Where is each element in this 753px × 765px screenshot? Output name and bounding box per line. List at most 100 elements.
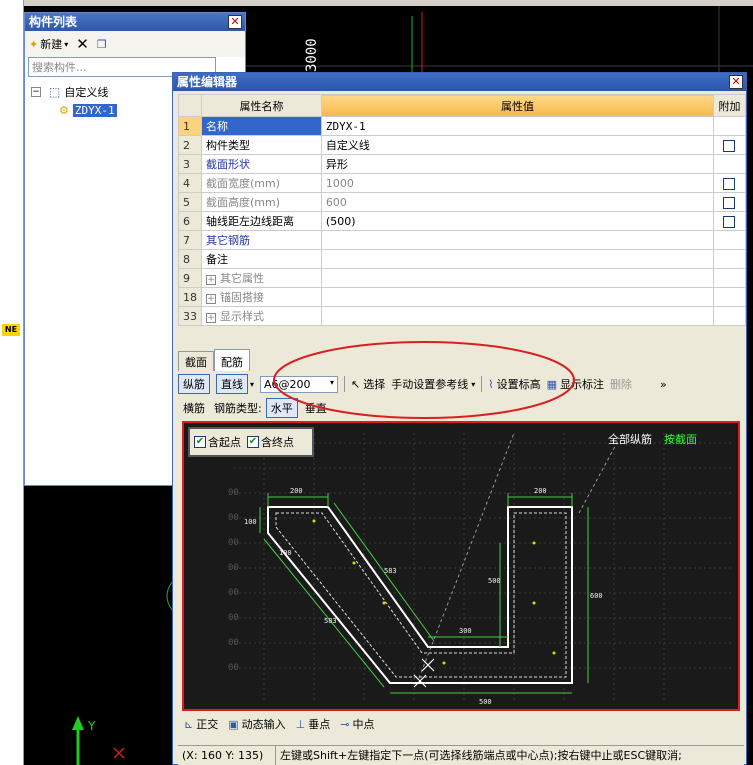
- row-value[interactable]: [320, 268, 714, 288]
- ne-marker: NE: [2, 324, 20, 336]
- property-row[interactable]: 8 备注: [178, 249, 747, 269]
- extra-checkbox[interactable]: [723, 139, 736, 152]
- property-row[interactable]: 3 截面形状 异形: [178, 154, 747, 174]
- cad-canvas-bottom[interactable]: Y: [24, 486, 173, 765]
- row-number: 6: [178, 211, 202, 231]
- row-value[interactable]: [320, 230, 714, 250]
- chevron-down-icon: ▾: [64, 39, 69, 49]
- end-point-checkbox[interactable]: ✔ 含终点: [247, 434, 294, 450]
- expand-icon[interactable]: +: [206, 313, 216, 323]
- start-point-label: 含起点: [208, 436, 241, 449]
- dim-label: 100: [279, 549, 292, 557]
- line-button[interactable]: 直线: [216, 374, 248, 394]
- property-row[interactable]: 33 + 显示样式: [178, 306, 747, 326]
- extra-checkbox[interactable]: [723, 177, 736, 190]
- row-extra: [712, 192, 747, 212]
- extra-checkbox[interactable]: [723, 196, 736, 209]
- status-bar: (X: 160 Y: 135) 左键或Shift+左键指定下一点(可选择线筋端点…: [178, 745, 744, 765]
- tab-rebar[interactable]: 配筋: [214, 349, 250, 371]
- grid-label: 00: [228, 638, 239, 648]
- close-icon[interactable]: ✕: [228, 15, 242, 29]
- search-placeholder: 搜索构件...: [32, 61, 87, 74]
- dim-label: 583: [324, 617, 337, 625]
- perpendicular-icon: ⊥: [295, 717, 306, 731]
- property-row[interactable]: 9 + 其它属性: [178, 268, 747, 288]
- property-row[interactable]: 1 名称 ZDYX-1: [178, 116, 747, 136]
- row-number: 2: [178, 135, 202, 155]
- row-value[interactable]: [320, 287, 714, 307]
- row-name-text: 锚固搭接: [220, 291, 264, 304]
- collapse-icon[interactable]: −: [31, 87, 41, 97]
- dim-label: 583: [384, 567, 397, 575]
- cad-canvas-top[interactable]: [246, 6, 753, 72]
- row-extra: [712, 173, 747, 193]
- app-window: NE 3000 Y 构件列表 ✕ ✦ 新建 ▾ ✕ ❐ 搜索构件... − ⬚ …: [0, 0, 753, 765]
- row-value[interactable]: [320, 306, 714, 326]
- property-row[interactable]: 4 截面宽度(mm) 1000: [178, 173, 747, 193]
- transverse-button[interactable]: 横筋: [178, 400, 210, 416]
- gear-icon: ⚙: [59, 103, 69, 117]
- row-name: 截面宽度(mm): [201, 173, 322, 193]
- canvas-lines: [246, 6, 753, 72]
- grid-label: 00: [228, 538, 239, 548]
- by-section-label[interactable]: 按截面: [664, 432, 697, 446]
- property-grid: 属性名称 属性值 附加 1 名称 ZDYX-1 2 构件类型 自定义线 3 截面形状 异形 …: [178, 94, 747, 326]
- row-number: 7: [178, 230, 202, 250]
- ortho-button[interactable]: ⊾ 正交: [184, 716, 218, 732]
- row-value[interactable]: 600: [320, 192, 714, 212]
- row-extra: [712, 268, 747, 288]
- row-value[interactable]: (500): [320, 211, 714, 231]
- start-point-checkbox[interactable]: ✔ 含起点: [194, 434, 241, 450]
- row-extra: [712, 135, 747, 155]
- row-extra: [712, 287, 747, 307]
- row-value[interactable]: 异形: [320, 154, 714, 174]
- row-name: 截面形状: [201, 154, 322, 174]
- left-white-strip: [0, 0, 24, 765]
- property-row[interactable]: 2 构件类型 自定义线: [178, 135, 747, 155]
- row-extra: [712, 211, 747, 231]
- delete-icon[interactable]: ✕: [76, 35, 89, 53]
- row-value[interactable]: ZDYX-1: [320, 116, 714, 136]
- ortho-label: 正交: [196, 718, 219, 731]
- expand-icon[interactable]: +: [206, 294, 216, 304]
- row-number: 5: [178, 192, 202, 212]
- header-rownum: [178, 94, 202, 117]
- midpoint-button[interactable]: ⊸ 中点: [340, 716, 374, 732]
- dim-label: 200: [290, 487, 303, 495]
- dynamic-input-button[interactable]: ▣ 动态输入: [228, 716, 285, 732]
- rebar-section-svg: 00 00 00 00 00 00 00 00 200 200 100 100 …: [228, 432, 734, 706]
- new-button-label: 新建: [40, 38, 63, 51]
- dim-label: 200: [534, 487, 547, 495]
- all-long-label: 全部纵筋: [608, 432, 652, 446]
- property-row[interactable]: 6 轴线距左边线距离 (500): [178, 211, 747, 231]
- new-button[interactable]: ✦ 新建 ▾: [29, 36, 68, 52]
- midpoint-label: 中点: [352, 718, 375, 731]
- row-value[interactable]: 1000: [320, 173, 714, 193]
- perpendicular-button[interactable]: ⊥ 垂点: [296, 716, 331, 732]
- row-name: + 其它属性: [201, 268, 322, 288]
- tab-section[interactable]: 截面: [178, 351, 214, 371]
- chevron-down-icon[interactable]: ▾: [250, 380, 254, 389]
- row-extra: [712, 230, 747, 250]
- row-value[interactable]: [320, 249, 714, 269]
- rebar-drawing-area[interactable]: 00 00 00 00 00 00 00 00 200 200 100 100 …: [182, 421, 740, 711]
- close-icon[interactable]: ✕: [729, 75, 743, 89]
- snap-toolbar: ⊾ 正交 ▣ 动态输入 ⊥ 垂点 ⊸ 中点: [178, 714, 743, 734]
- row-name: 备注: [201, 249, 322, 269]
- property-row[interactable]: 7 其它钢筋: [178, 230, 747, 250]
- more-icon[interactable]: »: [660, 378, 667, 391]
- row-extra: [712, 116, 747, 136]
- longitudinal-button[interactable]: 纵筋: [178, 374, 210, 394]
- header-extra: 附加: [712, 94, 747, 117]
- property-row[interactable]: 18 + 锚固搭接: [178, 287, 747, 307]
- property-row[interactable]: 5 截面高度(mm) 600: [178, 192, 747, 212]
- component-list-title: 构件列表 ✕: [25, 13, 245, 31]
- row-extra: [712, 306, 747, 326]
- extra-checkbox[interactable]: [723, 215, 736, 228]
- delete-button[interactable]: 删除: [610, 376, 632, 392]
- row-value[interactable]: 自定义线: [320, 135, 714, 155]
- grid-label: 00: [228, 488, 239, 498]
- expand-icon[interactable]: +: [206, 275, 216, 285]
- grid-label: 00: [228, 613, 239, 623]
- copy-icon[interactable]: ❐: [97, 38, 107, 51]
